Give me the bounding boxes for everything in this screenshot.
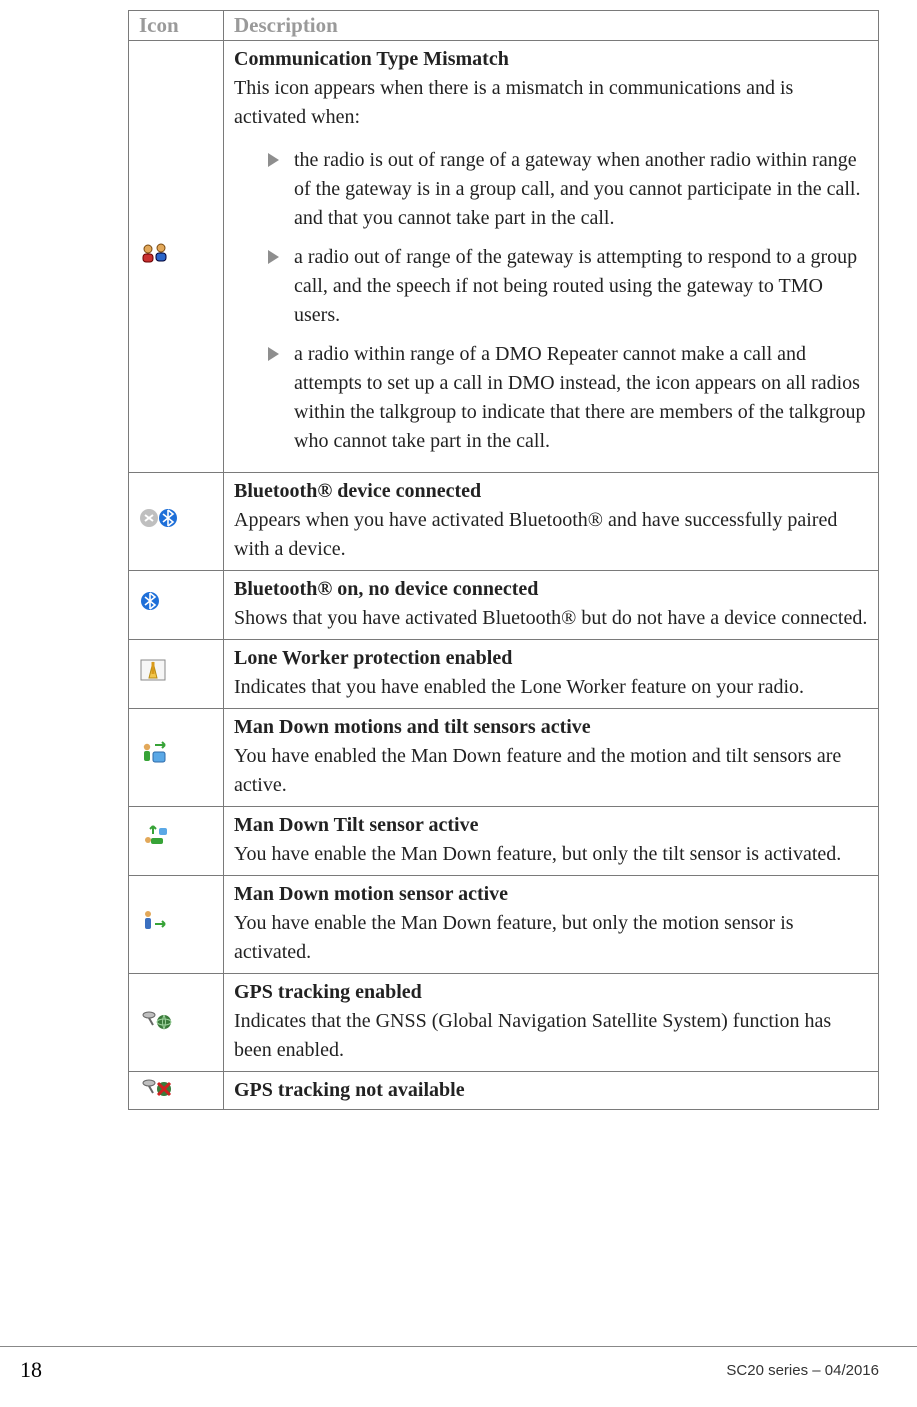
row-title: Communication Type Mismatch [234,48,509,70]
man-down-motion-icon [139,908,169,940]
table-row: Communication Type Mismatch This icon ap… [129,41,879,473]
bullet-item: a radio within range of a DMO Repeater c… [268,340,868,456]
row-body: You have enabled the Man Down feature an… [234,745,841,796]
row-body: This icon appears when there is a mismat… [234,77,793,128]
row-body: You have enable the Man Down feature, bu… [234,843,841,865]
row-body: Appears when you have activated Bluetoot… [234,509,837,560]
communication-mismatch-icon [139,242,173,270]
bullet-item: the radio is out of range of a gateway w… [268,146,868,233]
man-down-tilt-icon [139,824,169,856]
row-title: Man Down motion sensor active [234,883,508,905]
row-body: You have enable the Man Down feature, bu… [234,912,794,963]
table-row: Man Down Tilt sensor active You have ena… [129,807,879,876]
lone-worker-icon [139,658,167,688]
page-number: 18 [20,1357,42,1383]
icon-description-table: Icon Description [128,10,879,1110]
row-title: Bluetooth® on, no device connected [234,578,538,600]
table-row: Bluetooth® device connected Appears when… [129,473,879,571]
man-down-both-icon [139,741,169,773]
table-row: GPS tracking not available [129,1072,879,1110]
table-row: GPS tracking enabled Indicates that the … [129,974,879,1072]
footer-product: SC20 series – 04/2016 [726,1362,879,1379]
gps-enabled-icon [139,1007,173,1037]
row-bullets: the radio is out of range of a gateway w… [234,146,868,456]
table-row: Bluetooth® on, no device connected Shows… [129,571,879,640]
row-title: GPS tracking not available [234,1079,465,1101]
bluetooth-connected-icon [139,507,179,535]
bluetooth-on-icon [139,590,161,618]
row-title: Man Down motions and tilt sensors active [234,716,591,738]
table-row: Man Down motion sensor active You have e… [129,876,879,974]
footer-divider [0,1346,917,1347]
col-header-description: Description [224,11,879,41]
row-title: GPS tracking enabled [234,981,422,1003]
row-title: Lone Worker protection enabled [234,647,512,669]
table-row: Man Down motions and tilt sensors active… [129,709,879,807]
row-body: Indicates that you have enabled the Lone… [234,676,804,698]
row-body: Indicates that the GNSS (Global Navigati… [234,1010,831,1061]
row-title: Man Down Tilt sensor active [234,814,478,836]
row-body: Shows that you have activated Bluetooth®… [234,607,867,629]
row-title: Bluetooth® device connected [234,480,481,502]
gps-unavailable-icon [139,1076,173,1104]
col-header-icon: Icon [129,11,224,41]
table-row: Lone Worker protection enabled Indicates… [129,640,879,709]
bullet-item: a radio out of range of the gateway is a… [268,243,868,330]
